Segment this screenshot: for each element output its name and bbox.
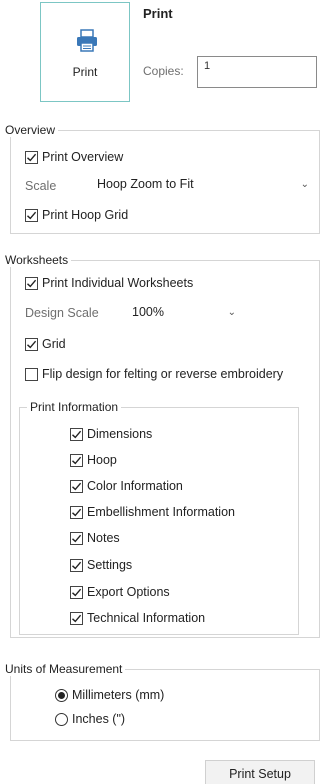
- export-options-label: Export Options: [87, 585, 170, 599]
- checkmark-icon: [72, 534, 82, 542]
- chevron-down-icon: ⌄: [300, 178, 309, 190]
- design-scale-select-value: 100%: [132, 305, 164, 319]
- color-information-checkbox[interactable]: Color Information: [70, 479, 183, 493]
- overview-legend: Overview: [2, 123, 59, 137]
- print-hoop-grid-label: Print Hoop Grid: [42, 208, 129, 222]
- settings-label: Settings: [87, 558, 133, 572]
- print-individual-worksheets-label: Print Individual Worksheets: [42, 276, 194, 290]
- printer-icon: [77, 29, 97, 52]
- checkbox-box: [70, 479, 83, 493]
- checkmark-icon: [72, 561, 82, 569]
- dimensions-checkbox[interactable]: Dimensions: [70, 427, 152, 441]
- millimeters-radio[interactable]: Millimeters (mm): [55, 688, 164, 702]
- checkmark-icon: [72, 508, 82, 516]
- worksheets-legend: Worksheets: [2, 253, 72, 267]
- print-setup-button[interactable]: Print Setup: [205, 760, 315, 784]
- embellishment-information-label: Embellishment Information: [87, 505, 235, 519]
- checkbox-box: [70, 611, 83, 625]
- checkmark-icon: [72, 430, 82, 438]
- notes-label: Notes: [87, 531, 120, 545]
- checkmark-icon: [72, 456, 82, 464]
- technical-information-checkbox[interactable]: Technical Information: [70, 611, 205, 625]
- dimensions-label: Dimensions: [87, 427, 153, 441]
- print-overview-checkbox[interactable]: Print Overview: [25, 150, 123, 164]
- radio-selected-icon: [55, 688, 68, 702]
- design-scale-label: Design Scale: [25, 306, 99, 320]
- checkmark-icon: [72, 482, 82, 490]
- scale-select[interactable]: Hoop Zoom to Fit ⌄: [97, 172, 309, 196]
- millimeters-label: Millimeters (mm): [72, 688, 165, 702]
- color-information-label: Color Information: [87, 479, 183, 493]
- scale-select-value: Hoop Zoom to Fit: [97, 177, 194, 191]
- checkbox-box: [70, 453, 83, 467]
- flip-design-label: Flip design for felting or reverse embro…: [42, 367, 284, 381]
- print-information-legend: Print Information: [27, 400, 122, 414]
- copies-label: Copies:: [143, 64, 184, 78]
- checkbox-box: [25, 208, 38, 222]
- print-information-group: [19, 407, 299, 635]
- notes-checkbox[interactable]: Notes: [70, 531, 120, 545]
- checkbox-box: [70, 427, 83, 441]
- checkbox-box: [70, 505, 83, 519]
- radio-unselected-icon: [55, 712, 68, 726]
- hoop-checkbox[interactable]: Hoop: [70, 453, 117, 467]
- checkbox-box: [25, 367, 38, 381]
- print-overview-label: Print Overview: [42, 150, 124, 164]
- checkmark-icon: [27, 211, 37, 219]
- flip-design-checkbox[interactable]: Flip design for felting or reverse embro…: [25, 367, 283, 381]
- inches-label: Inches ("): [72, 712, 126, 726]
- settings-checkbox[interactable]: Settings: [70, 558, 132, 572]
- technical-information-label: Technical Information: [87, 611, 206, 625]
- checkbox-box: [70, 531, 83, 545]
- checkbox-box: [25, 150, 38, 164]
- checkmark-icon: [72, 588, 82, 596]
- checkbox-box: [25, 276, 38, 290]
- grid-label: Grid: [42, 337, 66, 351]
- checkbox-box: [25, 337, 38, 351]
- hoop-label: Hoop: [87, 453, 117, 467]
- panel-title: Print: [143, 6, 173, 21]
- design-scale-select[interactable]: 100% ⌄: [132, 300, 236, 324]
- print-tile-label: Print: [72, 65, 98, 79]
- checkmark-icon: [72, 614, 82, 622]
- checkmark-icon: [27, 153, 37, 161]
- checkbox-box: [70, 585, 83, 599]
- units-legend: Units of Measurement: [2, 662, 126, 676]
- units-group: [10, 669, 320, 741]
- checkmark-icon: [27, 279, 37, 287]
- checkbox-box: [70, 558, 83, 572]
- print-tile-button[interactable]: Print: [40, 2, 130, 102]
- scale-label: Scale: [25, 179, 57, 193]
- chevron-down-icon: ⌄: [227, 306, 236, 318]
- export-options-checkbox[interactable]: Export Options: [70, 585, 170, 599]
- checkmark-icon: [27, 340, 37, 348]
- print-individual-worksheets-checkbox[interactable]: Print Individual Worksheets: [25, 276, 193, 290]
- inches-radio[interactable]: Inches ("): [55, 712, 125, 726]
- print-hoop-grid-checkbox[interactable]: Print Hoop Grid: [25, 208, 128, 222]
- copies-input[interactable]: [197, 56, 317, 88]
- embellishment-information-checkbox[interactable]: Embellishment Information: [70, 505, 235, 519]
- grid-checkbox[interactable]: Grid: [25, 337, 66, 351]
